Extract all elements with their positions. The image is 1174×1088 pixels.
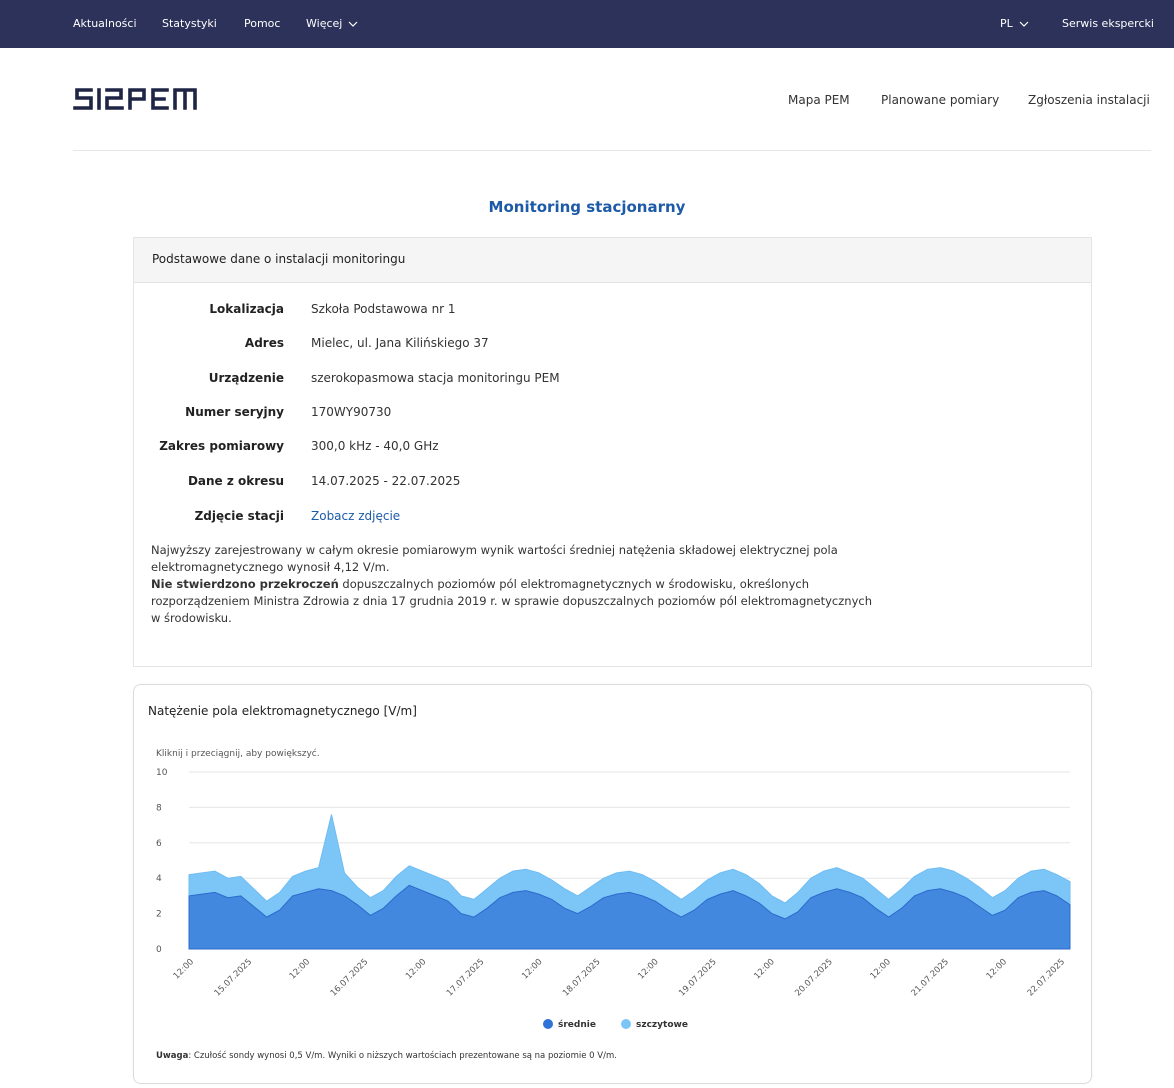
x-tick-label: 12:00 [869, 957, 893, 981]
y-tick-label: 8 [156, 803, 162, 813]
exceed-line-2: rozporządzeniem Ministra Zdrowia z dnia … [151, 594, 873, 608]
x-tick-label: 15.07.2025 [213, 957, 254, 998]
label-numer-seryjny: Numer seryjny [185, 405, 284, 419]
topnav-wiecej-label: Więcej [306, 17, 343, 30]
x-tick-label: 12:00 [288, 957, 312, 981]
value-lokalizacja: Szkoła Podstawowa nr 1 [311, 302, 456, 316]
expert-service-link[interactable]: Serwis ekspercki [1062, 0, 1154, 48]
x-tick-label: 19.07.2025 [677, 957, 718, 998]
x-tick-label: 22.07.2025 [1026, 957, 1067, 998]
field-strength-chart[interactable]: Kliknij i przeciągnij, aby powiększyć. 0… [134, 685, 1091, 1083]
installation-info-card: Podstawowe dane o instalacji monitoringu… [133, 237, 1092, 667]
x-tick-label: 12:00 [404, 957, 428, 981]
language-selector[interactable]: PL [1000, 0, 1029, 48]
y-tick-label: 4 [156, 874, 162, 884]
header: Mapa PEM Planowane pomiary Zgłoszenia in… [0, 48, 1174, 150]
x-tick-label: 12:00 [752, 957, 776, 981]
value-urzadzenie: szerokopasmowa stacja monitoringu PEM [311, 371, 560, 385]
topnav-statystyki[interactable]: Statystyki [162, 0, 217, 48]
x-tick-label: 20.07.2025 [793, 957, 834, 998]
header-divider [73, 150, 1151, 151]
legend-marker [543, 1019, 553, 1029]
card-header-title: Podstawowe dane o instalacji monitoringu [152, 252, 406, 266]
label-zdjecie-stacji: Zdjęcie stacji [194, 509, 284, 523]
language-label: PL [1000, 17, 1013, 30]
y-tick-label: 0 [156, 945, 162, 955]
label-adres: Adres [244, 336, 284, 350]
legend-item-szczytowe[interactable]: szczytowe [636, 1020, 688, 1030]
chart-note-bold: Uwaga [156, 1051, 189, 1061]
x-tick-label: 12:00 [636, 957, 660, 981]
label-dane-z-okresu: Dane z okresu [187, 474, 284, 488]
page-title: Monitoring stacjonarny [488, 198, 686, 216]
label-zakres-pomiarowy: Zakres pomiarowy [159, 439, 284, 453]
value-zakres-pomiarowy: 300,0 kHz - 40,0 GHz [311, 439, 439, 453]
x-tick-label: 12:00 [520, 957, 544, 981]
summary-line-2: elektromagnetycznego wynosił 4,12 V/m. [151, 560, 390, 574]
topnav-wiecej[interactable]: Więcej [306, 0, 358, 48]
exceed-line-1: dopuszczalnych poziomów pól elektromagne… [338, 577, 809, 591]
x-tick-label: 12:00 [172, 957, 196, 981]
top-bar: Aktualności Statystyki Pomoc Więcej PL S… [0, 0, 1174, 48]
label-lokalizacja: Lokalizacja [209, 302, 284, 316]
chevron-down-icon [348, 21, 358, 27]
legend-marker [621, 1019, 631, 1029]
nav-zgloszenia-instalacji[interactable]: Zgłoszenia instalacji [1028, 93, 1150, 107]
y-tick-label: 2 [156, 910, 162, 920]
value-numer-seryjny: 170WY90730 [311, 405, 392, 419]
see-photo-link[interactable]: Zobacz zdjęcie [311, 509, 400, 523]
topnav-pomoc[interactable]: Pomoc [244, 0, 280, 48]
chart-note-text: : Czułość sondy wynosi 0,5 V/m. Wyniki o… [188, 1050, 617, 1061]
value-adres: Mielec, ul. Jana Kilińskiego 37 [311, 336, 489, 350]
topnav-aktualnosci[interactable]: Aktualności [73, 0, 137, 48]
x-tick-label: 12:00 [985, 957, 1009, 981]
x-tick-label: 17.07.2025 [445, 957, 486, 998]
x-tick-label: 21.07.2025 [910, 957, 951, 998]
summary-line-1: Najwyższy zarejestrowany w całym okresie… [151, 543, 838, 557]
exceed-line-3: w środowisku. [151, 611, 232, 625]
chart-zoom-hint: Kliknij i przeciągnij, aby powiększyć. [156, 748, 320, 759]
summary-text: Najwyższy zarejestrowany w całym okresie… [151, 542, 1071, 627]
chevron-down-icon [1019, 21, 1029, 27]
legend-item-srednie[interactable]: średnie [558, 1019, 596, 1030]
label-urzadzenie: Urządzenie [208, 371, 284, 385]
y-tick-label: 10 [156, 768, 168, 778]
x-tick-label: 18.07.2025 [561, 957, 602, 998]
value-dane-z-okresu: 14.07.2025 - 22.07.2025 [311, 474, 461, 488]
nav-mapa-pem[interactable]: Mapa PEM [788, 93, 850, 107]
series-area-srednie [188, 884, 1071, 950]
y-tick-label: 6 [156, 839, 162, 849]
card-header: Podstawowe dane o instalacji monitoringu [134, 238, 1091, 283]
si2pem-logo[interactable] [73, 84, 197, 114]
chart-card: Natężenie pola elektromagnetycznego [V/m… [133, 684, 1092, 1084]
exceed-bold: Nie stwierdzono przekroczeń [151, 577, 339, 591]
chart-note: Uwaga: Czułość sondy wynosi 0,5 V/m. Wyn… [156, 1050, 617, 1061]
x-tick-label: 16.07.2025 [329, 957, 370, 998]
nav-planowane-pomiary[interactable]: Planowane pomiary [881, 93, 999, 107]
